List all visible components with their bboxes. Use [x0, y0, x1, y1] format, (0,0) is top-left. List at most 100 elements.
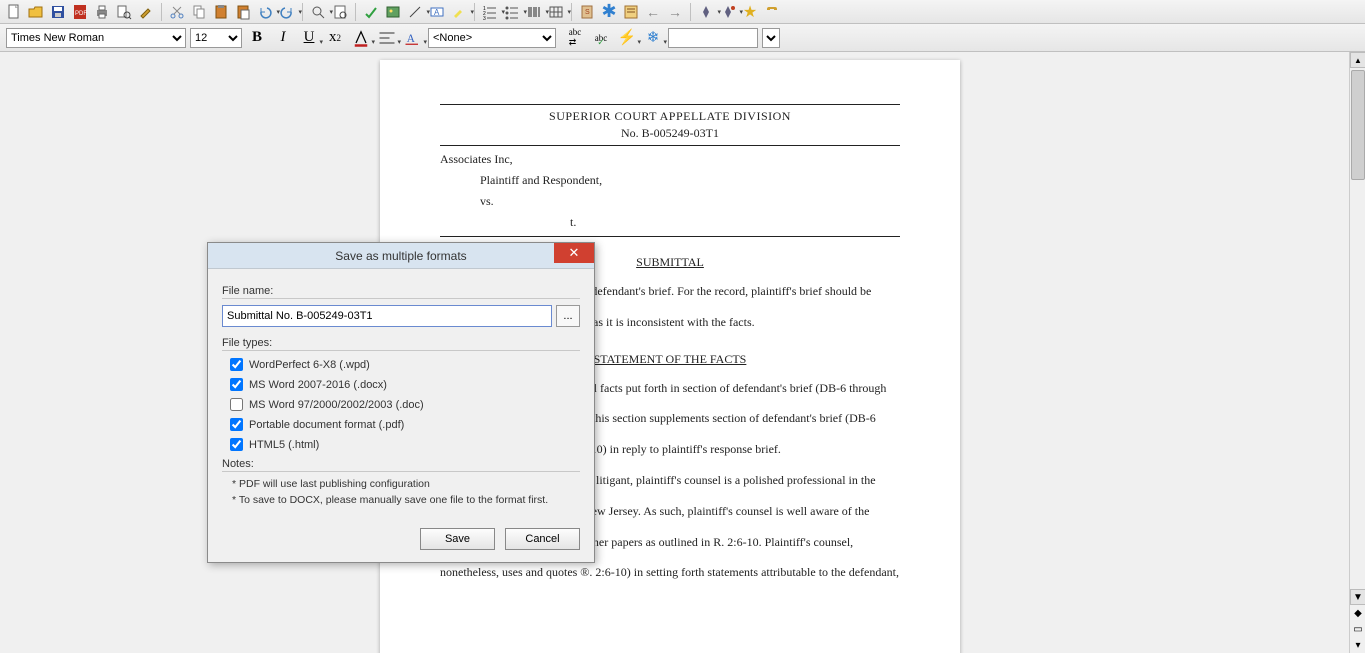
phone-icon[interactable] — [762, 2, 782, 22]
favorite-icon[interactable]: ★ — [740, 2, 760, 22]
filetype-html-label: HTML5 (.html) — [249, 439, 319, 451]
bullet-list-icon[interactable]: ▾ — [502, 2, 522, 22]
filetype-docx-label: MS Word 2007-2016 (.docx) — [249, 379, 387, 391]
bold-button[interactable]: B — [246, 27, 268, 49]
filename-input[interactable] — [222, 305, 552, 327]
filetype-doc-checkbox[interactable] — [230, 398, 243, 411]
facts-line7: nonetheless, uses and quotes ®. 2:6-10) … — [440, 561, 900, 584]
format-toolbar: Times New Roman 12 B I U▾ x2 ▾ ▾ A▾ <Non… — [0, 24, 1365, 52]
svg-text:3: 3 — [483, 16, 486, 20]
book-icon[interactable]: S — [577, 2, 597, 22]
vs-text: vs. — [480, 194, 900, 209]
dialog-title: Save as multiple formats — [335, 249, 466, 263]
svg-text:A: A — [407, 32, 416, 44]
spellcheck-icon[interactable] — [361, 2, 381, 22]
table-icon[interactable]: ▾ — [546, 2, 566, 22]
highlight-icon[interactable]: ▾ — [449, 2, 469, 22]
macro-icon[interactable] — [621, 2, 641, 22]
case-number: No. B-005249-03T1 — [440, 126, 900, 141]
close-icon[interactable]: ✕ — [554, 243, 594, 263]
filetype-html-checkbox[interactable] — [230, 438, 243, 451]
facts-line3: DB-10) in reply to plaintiff's response … — [570, 438, 900, 461]
asterisk-icon[interactable]: ✱ — [599, 2, 619, 22]
open-icon[interactable] — [26, 2, 46, 22]
back-icon[interactable]: ← — [643, 2, 663, 22]
print-icon[interactable] — [92, 2, 112, 22]
paste-icon[interactable] — [211, 2, 231, 22]
note-line-1: * PDF will use last publishing configura… — [232, 478, 580, 490]
rocket2-icon[interactable]: ▾ — [718, 2, 738, 22]
zoom-icon[interactable]: ▾ — [308, 2, 328, 22]
paste-special-icon[interactable] — [233, 2, 253, 22]
note-line-2: * To save to DOCX, please manually save … — [232, 494, 580, 506]
numbered-list-icon[interactable]: 123▾ — [480, 2, 500, 22]
abc-check-button[interactable]: abc✓ — [590, 27, 612, 49]
brush-icon[interactable] — [136, 2, 156, 22]
cut-icon[interactable] — [167, 2, 187, 22]
save-icon[interactable] — [48, 2, 68, 22]
filetype-html-row[interactable]: HTML5 (.html) — [230, 438, 580, 451]
italic-button[interactable]: I — [272, 27, 294, 49]
styles-select[interactable]: <None> — [428, 28, 556, 48]
save-button[interactable]: Save — [420, 528, 495, 550]
copy-icon[interactable] — [189, 2, 209, 22]
filetype-pdf-label: Portable document format (.pdf) — [249, 419, 404, 431]
rocket-icon[interactable]: ▾ — [696, 2, 716, 22]
redo-icon[interactable]: ▾ — [277, 2, 297, 22]
line-spacing-button[interactable]: A▾ — [402, 27, 424, 49]
filetype-doc-row[interactable]: MS Word 97/2000/2002/2003 (.doc) — [230, 398, 580, 411]
columns-icon[interactable]: ▾ — [524, 2, 544, 22]
svg-text:A: A — [434, 8, 440, 17]
font-name-select[interactable]: Times New Roman — [6, 28, 186, 48]
lightning-button[interactable]: ⚡▾ — [616, 27, 638, 49]
filename-label: File name: — [222, 285, 580, 299]
line-icon[interactable]: ▾ — [405, 2, 425, 22]
plaintiff-name: Associates Inc, — [440, 152, 900, 167]
svg-text:PDF: PDF — [75, 11, 87, 17]
search-input[interactable] — [668, 28, 758, 48]
abc-case-button[interactable]: abc⇄ — [564, 27, 586, 49]
cancel-button[interactable]: Cancel — [505, 528, 580, 550]
filetype-docx-row[interactable]: MS Word 2007-2016 (.docx) — [230, 378, 580, 391]
filetype-pdf-checkbox[interactable] — [230, 418, 243, 431]
filetype-wpd-row[interactable]: WordPerfect 6-X8 (.wpd) — [230, 358, 580, 371]
scroll-thumb[interactable] — [1351, 70, 1365, 180]
image-icon[interactable] — [383, 2, 403, 22]
align-button[interactable]: ▾ — [376, 27, 398, 49]
font-size-select[interactable]: 12 — [190, 28, 242, 48]
pdf-icon[interactable]: PDF — [70, 2, 90, 22]
filetype-wpd-checkbox[interactable] — [230, 358, 243, 371]
new-doc-icon[interactable] — [4, 2, 24, 22]
workspace: SUPERIOR COURT APPELLATE DIVISION No. B-… — [0, 52, 1349, 653]
court-title: SUPERIOR COURT APPELLATE DIVISION — [440, 109, 900, 124]
filetype-docx-checkbox[interactable] — [230, 378, 243, 391]
scroll-down-arrow[interactable]: ▼ — [1350, 589, 1365, 605]
save-multiple-formats-dialog: Save as multiple formats ✕ File name: ..… — [207, 242, 595, 563]
filetype-pdf-row[interactable]: Portable document format (.pdf) — [230, 418, 580, 431]
svg-text:S: S — [585, 9, 590, 16]
plaintiff-role: Plaintiff and Respondent, — [480, 173, 900, 188]
dialog-titlebar[interactable]: Save as multiple formats ✕ — [208, 243, 594, 269]
textbox-icon[interactable]: A — [427, 2, 447, 22]
undo-icon[interactable]: ▾ — [255, 2, 275, 22]
facts-line1: by all facts put forth in section of def… — [570, 377, 900, 400]
font-color-button[interactable]: ▾ — [350, 27, 372, 49]
snowflake-button[interactable]: ❄▾ — [642, 27, 664, 49]
facts-line2: n of this section supplements section of… — [570, 407, 900, 430]
submittal-line1: d in defendant's brief. For the record, … — [570, 280, 900, 303]
underline-button[interactable]: U▾ — [298, 27, 320, 49]
vertical-scrollbar[interactable]: ▲ ▼ ◆ ▭ ▾ — [1349, 52, 1365, 653]
forward-icon[interactable]: → — [665, 2, 685, 22]
page-nav-icon[interactable]: ◆ — [1350, 605, 1365, 621]
browse-button[interactable]: ... — [556, 305, 580, 327]
superscript-button[interactable]: x2 — [324, 27, 346, 49]
page-down-icon[interactable]: ▾ — [1350, 637, 1365, 653]
scroll-up-arrow[interactable]: ▲ — [1350, 52, 1365, 68]
goto-icon[interactable] — [330, 2, 350, 22]
print-preview-icon[interactable] — [114, 2, 134, 22]
page-layout-icon[interactable]: ▭ — [1350, 621, 1365, 637]
filetype-wpd-label: WordPerfect 6-X8 (.wpd) — [249, 359, 370, 371]
main-toolbar: PDF ▾ ▾ ▾ ▾ A ▾ 123▾ ▾ ▾ ▾ S ✱ ← → ▾ ▾ ★ — [0, 0, 1365, 24]
search-dropdown[interactable] — [762, 28, 780, 48]
facts-line4: ro se litigant, plaintiff's counsel is a… — [570, 469, 900, 492]
